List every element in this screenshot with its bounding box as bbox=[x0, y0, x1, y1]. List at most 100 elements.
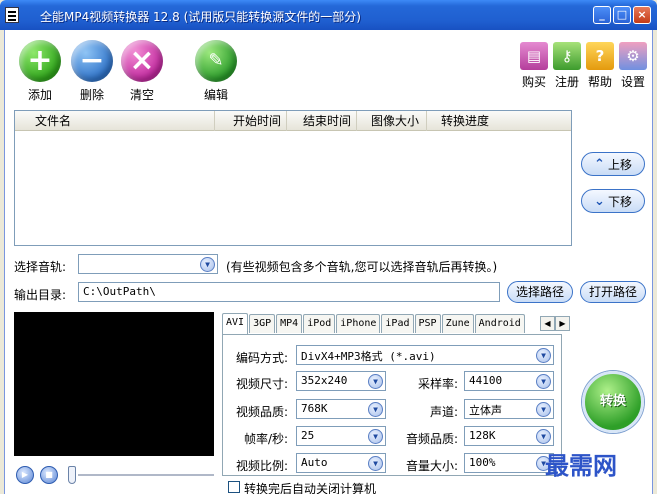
seek-slider-track[interactable] bbox=[78, 474, 214, 476]
double-chevron-up-icon: ⌃ bbox=[594, 156, 605, 172]
app-icon[interactable] bbox=[5, 7, 19, 23]
video-preview bbox=[14, 312, 214, 456]
maximize-button[interactable]: □ bbox=[613, 6, 631, 24]
move-down-label: 下移 bbox=[607, 194, 632, 209]
chevron-down-icon[interactable]: ▼ bbox=[200, 257, 215, 272]
tab-scroll: ◀ ▶ bbox=[540, 316, 570, 331]
aspect-label: 视频比例: bbox=[236, 459, 289, 473]
chevron-down-icon[interactable]: ▼ bbox=[368, 456, 383, 471]
sample-rate-select[interactable]: 44100 ▼ bbox=[464, 371, 554, 391]
column-progress[interactable]: 转换进度 bbox=[427, 111, 507, 131]
key-icon: ⚷ bbox=[553, 42, 581, 70]
column-filename[interactable]: 文件名 bbox=[15, 111, 215, 131]
tab-3gp[interactable]: 3GP bbox=[249, 314, 276, 333]
settings-label: 设置 bbox=[620, 75, 645, 89]
buy-button[interactable]: ▤ 购买 bbox=[518, 42, 550, 90]
auto-shutdown-label: 转换完后自动关闭计算机 bbox=[244, 482, 377, 494]
chevron-down-icon[interactable]: ▼ bbox=[368, 429, 383, 444]
video-size-label: 视频尺寸: bbox=[236, 377, 289, 391]
audio-quality-select[interactable]: 128K ▼ bbox=[464, 426, 554, 446]
video-quality-select[interactable]: 768K ▼ bbox=[296, 399, 386, 419]
move-up-button[interactable]: ⌃ 上移 bbox=[581, 152, 645, 176]
audio-track-select[interactable]: ▼ bbox=[78, 254, 218, 274]
seek-slider-handle[interactable] bbox=[68, 466, 76, 484]
chevron-down-icon[interactable]: ▼ bbox=[536, 374, 551, 389]
register-button[interactable]: ⚷ 注册 bbox=[551, 42, 583, 90]
tab-ipod[interactable]: iPod bbox=[303, 314, 336, 333]
minus-icon: − bbox=[71, 40, 113, 82]
watermark-text: 最需网 bbox=[545, 451, 617, 480]
audio-track-hint: (有些视频包含多个音轨,您可以选择音轨后再转换。) bbox=[226, 260, 498, 274]
plus-icon: + bbox=[19, 40, 61, 82]
settings-button[interactable]: ⚙ 设置 bbox=[617, 42, 649, 90]
cart-icon: ▤ bbox=[520, 42, 548, 70]
convert-button[interactable]: 转换 bbox=[582, 371, 644, 433]
chevron-right-icon[interactable]: ▶ bbox=[555, 316, 570, 331]
register-label: 注册 bbox=[554, 75, 579, 89]
audio-track-label: 选择音轨: bbox=[14, 260, 67, 274]
volume-label: 音量大小: bbox=[406, 459, 459, 473]
question-icon: ? bbox=[586, 42, 614, 70]
column-image-size[interactable]: 图像大小 bbox=[357, 111, 427, 131]
stop-icon[interactable]: ■ bbox=[40, 466, 58, 484]
edit-button[interactable]: ✎ 编辑 bbox=[192, 40, 240, 103]
tab-avi[interactable]: AVI bbox=[222, 313, 249, 334]
column-end-time[interactable]: 结束时间 bbox=[287, 111, 357, 131]
output-dir-label: 输出目录: bbox=[14, 288, 67, 302]
window-title: 全能MP4视频转换器 12.8 (试用版只能转换源文件的一部分) bbox=[40, 10, 361, 24]
fps-select[interactable]: 25 ▼ bbox=[296, 426, 386, 446]
volume-select[interactable]: 100% ▼ bbox=[464, 453, 554, 473]
delete-label: 删除 bbox=[79, 88, 104, 102]
add-button[interactable]: + 添加 bbox=[16, 40, 64, 103]
chevron-down-icon[interactable]: ▼ bbox=[368, 374, 383, 389]
help-label: 帮助 bbox=[587, 75, 612, 89]
aspect-select[interactable]: Auto ▼ bbox=[296, 453, 386, 473]
aspect-value: Auto bbox=[301, 456, 328, 469]
sample-rate-label: 采样率: bbox=[418, 377, 459, 391]
minimize-button[interactable]: _ bbox=[593, 6, 611, 24]
chevron-left-icon[interactable]: ◀ bbox=[540, 316, 555, 331]
file-list[interactable]: 文件名 开始时间 结束时间 图像大小 转换进度 bbox=[14, 110, 572, 246]
encoding-label: 编码方式: bbox=[236, 351, 289, 365]
video-quality-value: 768K bbox=[301, 402, 328, 415]
audio-quality-label: 音频品质: bbox=[406, 432, 459, 446]
chevron-down-icon[interactable]: ▼ bbox=[536, 429, 551, 444]
format-tabs: AVI 3GP MP4 iPod iPhone iPad PSP Zune An… bbox=[222, 313, 526, 334]
tab-zune[interactable]: Zune bbox=[441, 314, 474, 333]
tab-psp[interactable]: PSP bbox=[414, 314, 441, 333]
volume-value: 100% bbox=[469, 456, 496, 469]
chevron-down-icon[interactable]: ▼ bbox=[368, 402, 383, 417]
edit-icon: ✎ bbox=[195, 40, 237, 82]
buy-label: 购买 bbox=[521, 75, 546, 89]
play-icon[interactable]: ▶ bbox=[16, 466, 34, 484]
tab-mp4[interactable]: MP4 bbox=[276, 314, 303, 333]
double-chevron-down-icon: ⌄ bbox=[594, 193, 605, 209]
output-path-input[interactable]: C:\OutPath\ bbox=[78, 282, 500, 302]
clear-label: 清空 bbox=[129, 88, 154, 102]
tab-iphone[interactable]: iPhone bbox=[336, 314, 381, 333]
encoding-select[interactable]: DivX4+MP3格式 (*.avi) ▼ bbox=[296, 345, 554, 365]
tab-android[interactable]: Android bbox=[474, 314, 525, 333]
column-start-time[interactable]: 开始时间 bbox=[215, 111, 287, 131]
chevron-down-icon[interactable]: ▼ bbox=[536, 348, 551, 363]
tab-ipad[interactable]: iPad bbox=[381, 314, 414, 333]
tools-icon: ⚙ bbox=[619, 42, 647, 70]
close-button[interactable]: × bbox=[633, 6, 651, 24]
channel-value: 立体声 bbox=[469, 404, 502, 417]
clear-button[interactable]: × 清空 bbox=[118, 40, 166, 103]
fps-label: 帧率/秒: bbox=[244, 432, 289, 446]
fps-value: 25 bbox=[301, 429, 315, 442]
auto-shutdown-checkbox[interactable] bbox=[228, 481, 240, 493]
open-path-button[interactable]: 打开路径 bbox=[580, 281, 646, 303]
help-button[interactable]: ? 帮助 bbox=[584, 42, 616, 90]
video-size-select[interactable]: 352x240 ▼ bbox=[296, 371, 386, 391]
choose-path-button[interactable]: 选择路径 bbox=[507, 281, 573, 303]
encoding-value: DivX4+MP3格式 (*.avi) bbox=[301, 350, 436, 363]
chevron-down-icon[interactable]: ▼ bbox=[536, 402, 551, 417]
edit-label: 编辑 bbox=[203, 88, 228, 102]
channel-select[interactable]: 立体声 ▼ bbox=[464, 399, 554, 419]
video-size-value: 352x240 bbox=[301, 374, 348, 387]
delete-button[interactable]: − 删除 bbox=[68, 40, 116, 103]
audio-quality-value: 128K bbox=[469, 429, 496, 442]
move-down-button[interactable]: ⌄ 下移 bbox=[581, 189, 645, 213]
